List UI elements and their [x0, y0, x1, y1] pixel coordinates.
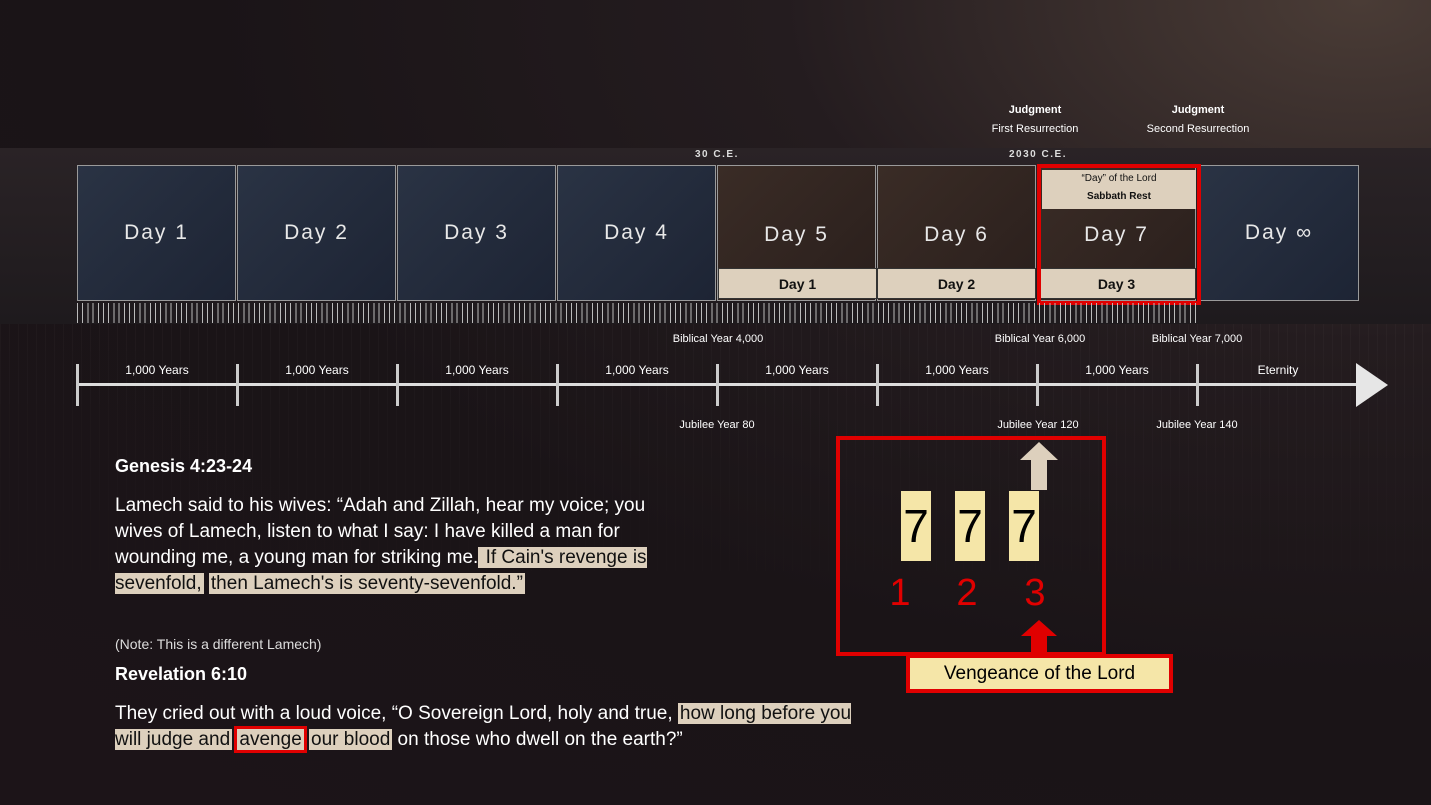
seven-digit-3: 7: [1009, 491, 1039, 561]
note-text: (Note: This is a different Lamech): [115, 636, 322, 652]
era-label-3: 1,000 Years: [445, 363, 509, 377]
sub-day-1: Day 1: [718, 268, 877, 299]
era-label-1: 1,000 Years: [125, 363, 189, 377]
second-resurrection-label: Second Resurrection: [1146, 123, 1250, 135]
count-1: 1: [889, 572, 911, 614]
judgment-label-1: Judgment: [1008, 104, 1062, 116]
seven-digit-1: 7: [901, 491, 931, 561]
avenge-highlight: avenge: [234, 726, 307, 753]
era-label-4: 1,000 Years: [605, 363, 669, 377]
day-box-2: Day 2: [237, 165, 396, 301]
era-label-6: 1,000 Years: [925, 363, 989, 377]
ruler-ticks: [77, 303, 1199, 323]
sub-day-2: Day 2: [877, 268, 1036, 299]
revelation-verse: They cried out with a loud voice, “O Sov…: [115, 701, 875, 753]
revelation-reference: Revelation 6:10: [115, 664, 248, 684]
era-marker-2030ce: 2030 C.E.: [1009, 149, 1067, 160]
revelation-highlight-2: our blood: [309, 729, 393, 750]
era-marker-30ce: 30 C.E.: [695, 149, 739, 160]
timeline-tick: [876, 364, 879, 406]
up-arrow-icon: [1020, 442, 1058, 490]
jubilee-year-80: Jubilee Year 80: [679, 419, 755, 431]
era-label-5: 1,000 Years: [765, 363, 829, 377]
timeline-tick: [76, 364, 79, 406]
era-label-7: 1,000 Years: [1085, 363, 1149, 377]
day-box-3: Day 3: [397, 165, 556, 301]
day7-highlight-frame: [1037, 164, 1201, 305]
seven-digit-2: 7: [955, 491, 985, 561]
genesis-reference: Genesis 4:23-24: [115, 456, 253, 476]
biblical-year-6000: Biblical Year 6,000: [994, 333, 1086, 345]
era-label-eternity: Eternity: [1257, 363, 1299, 377]
timeline-arrow-icon: [1356, 363, 1388, 407]
judgment-label-2: Judgment: [1171, 104, 1225, 116]
genesis-verse: Lamech said to his wives: “Adah and Zill…: [115, 493, 675, 597]
genesis-highlight-2: then Lamech's is seventy-sevenfold.”: [208, 573, 525, 594]
biblical-year-7000: Biblical Year 7,000: [1151, 333, 1243, 345]
count-3: 3: [1024, 572, 1046, 614]
day-box-4: Day 4: [557, 165, 716, 301]
timeline-tick: [556, 364, 559, 406]
timeline-tick: [1196, 364, 1199, 406]
timeline-tick: [236, 364, 239, 406]
vengeance-of-the-lord-label: Vengeance of the Lord: [906, 654, 1173, 693]
revelation-verse-tail: on those who dwell on the earth?”: [392, 729, 683, 750]
timeline-tick: [396, 364, 399, 406]
revelation-verse-text: They cried out with a loud voice, “O Sov…: [115, 703, 673, 724]
timeline-tick: [1036, 364, 1039, 406]
timeline-tick: [716, 364, 719, 406]
day-box-1: Day 1: [77, 165, 236, 301]
jubilee-year-120: Jubilee Year 120: [997, 419, 1079, 431]
jubilee-year-140: Jubilee Year 140: [1156, 419, 1238, 431]
count-2: 2: [956, 572, 978, 614]
era-label-2: 1,000 Years: [285, 363, 349, 377]
red-up-arrow-icon: [1021, 620, 1057, 656]
first-resurrection-label: First Resurrection: [991, 123, 1079, 135]
biblical-year-4000: Biblical Year 4,000: [672, 333, 764, 345]
day-box-infinity: Day ∞: [1199, 165, 1359, 301]
